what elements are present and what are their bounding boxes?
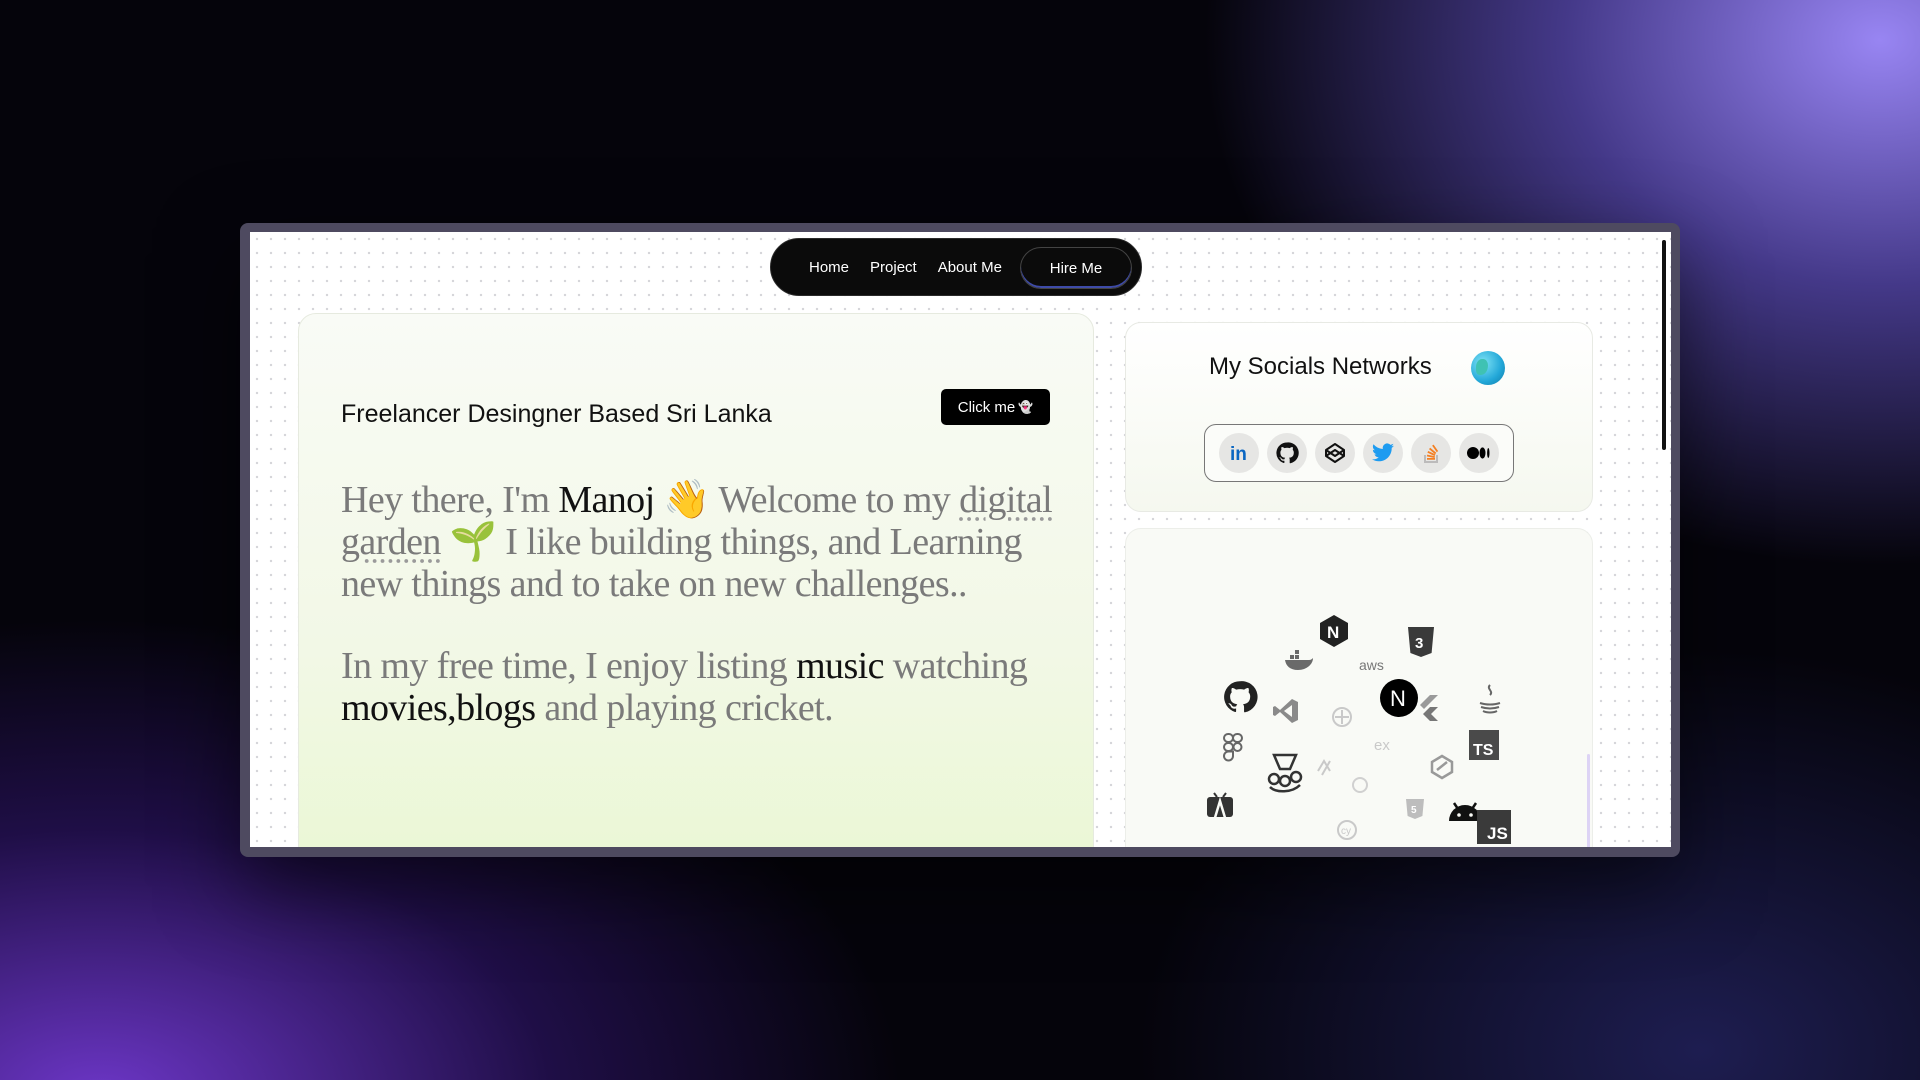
- svg-text:5: 5: [1411, 805, 1417, 816]
- linkedin-icon[interactable]: in: [1219, 433, 1259, 473]
- nav-project[interactable]: Project: [870, 259, 917, 276]
- svg-text:TS: TS: [1473, 742, 1494, 759]
- ghost-icon: 👻: [1018, 400, 1034, 414]
- java-icon: [1476, 683, 1504, 717]
- page-scrollbar[interactable]: [1662, 240, 1666, 450]
- socials-card: My Socials Networks in: [1125, 322, 1593, 512]
- webpack-icon: [1351, 776, 1369, 794]
- click-me-button[interactable]: Click me 👻: [941, 389, 1050, 425]
- javascript-icon: JS: [1477, 810, 1511, 844]
- css3-icon: 3: [1406, 625, 1436, 659]
- typescript-icon: TS: [1469, 730, 1499, 760]
- svg-text:3: 3: [1415, 635, 1423, 652]
- kubernetes-icon: [1331, 706, 1353, 728]
- codepen-icon[interactable]: [1315, 433, 1355, 473]
- socials-title: My Socials Networks: [1209, 353, 1432, 380]
- bio-segment: 👋 Welcome to my: [654, 479, 960, 521]
- docker-icon: [1284, 650, 1314, 672]
- top-nav: Home Project About Me Hire Me: [770, 238, 1142, 296]
- browser-window: Home Project About Me Hire Me Freelancer…: [240, 223, 1680, 857]
- stackoverflow-icon[interactable]: [1411, 433, 1451, 473]
- nextjs-icon: N: [1316, 613, 1352, 649]
- bio-segment: 🌱 I like building things, and Learning n…: [341, 521, 1023, 605]
- bio-segment: movies,blogs: [341, 687, 536, 729]
- twitter-icon[interactable]: [1363, 433, 1403, 473]
- tagline: Freelancer Desingner Based Sri Lanka: [341, 400, 772, 428]
- html5-icon: 5: [1405, 798, 1425, 820]
- social-links: in: [1204, 424, 1514, 482]
- flutter-icon: [1418, 695, 1438, 721]
- svg-text:JS: JS: [1487, 824, 1508, 843]
- bio-segment: In my free time, I enjoy listing: [341, 645, 797, 687]
- medium-icon[interactable]: [1459, 433, 1499, 473]
- svg-text:in: in: [1230, 444, 1247, 465]
- bio-text: Hey there, I'm Manoj 👋 Welcome to my dig…: [341, 479, 1053, 769]
- express-icon: ex: [1374, 737, 1390, 754]
- vscode-icon: [1272, 697, 1300, 725]
- bio-segment: Manoj: [558, 479, 655, 521]
- hire-me-button[interactable]: Hire Me: [1020, 247, 1132, 289]
- bio-segment: and playing cricket.: [535, 687, 834, 729]
- svg-text:cy: cy: [1341, 826, 1351, 837]
- github-icon: [1222, 679, 1258, 715]
- bio-paragraph-1: Hey there, I'm Manoj 👋 Welcome to my dig…: [341, 479, 1053, 605]
- figma-icon: [1222, 732, 1244, 762]
- viewport: Home Project About Me Hire Me Freelancer…: [250, 232, 1671, 847]
- aws-icon: aws: [1359, 657, 1384, 673]
- android-studio-icon: [1204, 791, 1236, 825]
- tech-card-scrollbar[interactable]: [1587, 754, 1590, 847]
- bio-segment: watching: [883, 645, 1028, 687]
- redux-icon: [1316, 757, 1336, 777]
- svg-text:N: N: [1390, 686, 1406, 711]
- bio-segment: music: [796, 645, 884, 687]
- bio-segment: Hey there, I'm: [341, 479, 559, 521]
- npm-package-icon: [1429, 754, 1455, 780]
- globe-icon: [1471, 351, 1505, 385]
- cypress-icon: cy: [1336, 819, 1358, 841]
- intro-card: Freelancer Desingner Based Sri Lanka Cli…: [298, 313, 1094, 847]
- nextjs-icon: N: [1379, 678, 1419, 718]
- jest-icon: [1266, 751, 1304, 795]
- tech-stack-card: N 3 aws N TS ex cy 5 JS: [1125, 528, 1593, 847]
- nav-about-me[interactable]: About Me: [938, 259, 1002, 276]
- nav-home[interactable]: Home: [809, 259, 849, 276]
- bio-paragraph-2: In my free time, I enjoy listing music w…: [341, 645, 1053, 729]
- click-me-label: Click me: [957, 398, 1016, 416]
- github-icon[interactable]: [1267, 433, 1307, 473]
- svg-text:N: N: [1327, 623, 1339, 642]
